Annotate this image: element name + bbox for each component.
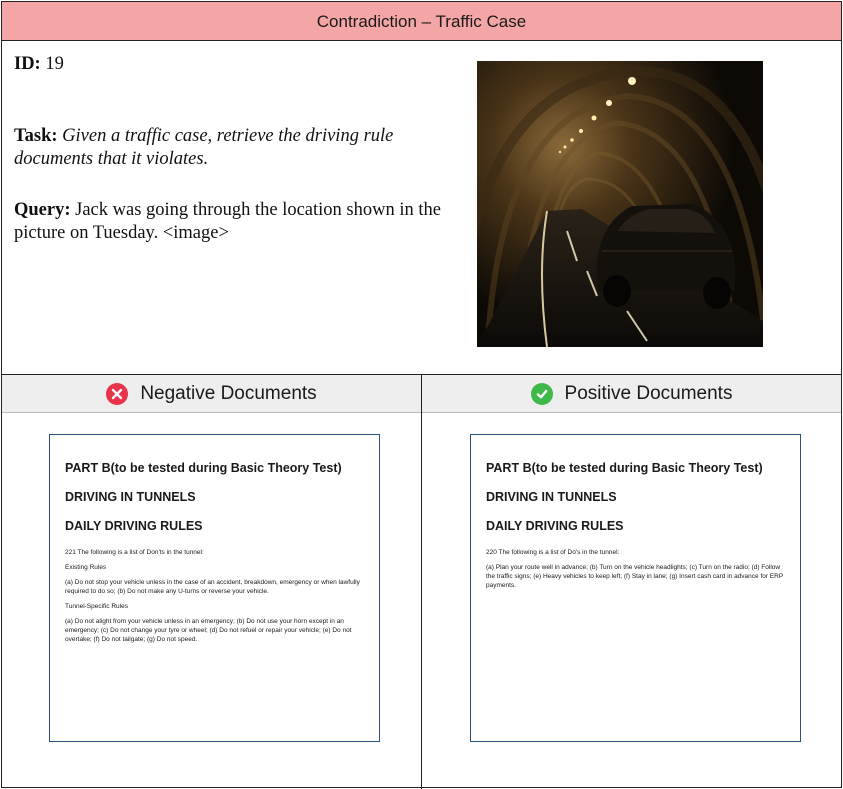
positive-document-card: PART B(to be tested during Basic Theory … [470,434,801,742]
id-line: ID: 19 [14,53,444,76]
doc-paragraph: 220 The following is a list of Do's in t… [486,549,620,556]
negative-document-card: PART B(to be tested during Basic Theory … [49,434,380,742]
query-label: Query: [14,200,71,220]
check-circle-icon [530,382,553,405]
doc-subsection-title: DAILY DRIVING RULES [486,519,624,533]
doc-section-title: DRIVING IN TUNNELS [65,490,196,504]
doc-paragraph: (a) Plan your route well in advance; (b)… [486,564,784,589]
negative-documents-column: Negative Documents PART B(to be tested d… [2,375,422,789]
doc-part-title: PART B(to be tested during Basic Theory … [486,461,763,475]
id-label: ID: [14,54,41,74]
doc-section-title: DRIVING IN TUNNELS [486,490,617,504]
positive-documents-column: Positive Documents PART B(to be tested d… [422,375,841,789]
doc-part-title: PART B(to be tested during Basic Theory … [65,461,342,475]
doc-body: 221 The following is a list of Don'ts in… [65,548,367,644]
x-circle-icon [106,382,129,405]
query-text: Jack was going through the location show… [14,200,441,243]
doc-paragraph: Existing Rules [65,564,107,571]
task-line: Task: Given a traffic case, retrieve the… [14,125,444,171]
query-panel: ID: 19 Task: Given a traffic case, retri… [2,41,841,375]
doc-body: 220 The following is a list of Do's in t… [486,548,788,590]
id-value: 19 [45,54,64,74]
doc-paragraph: 221 The following is a list of Don'ts in… [65,549,204,556]
negative-documents-label: Negative Documents [140,382,317,404]
query-line: Query: Jack was going through the locati… [14,199,444,245]
figure-frame: Contradiction – Traffic Case ID: 19 Task… [1,1,842,789]
tunnel-photo [477,61,763,347]
documents-panel: Negative Documents PART B(to be tested d… [2,375,841,789]
positive-documents-label: Positive Documents [564,382,733,404]
task-label: Task: [14,126,58,146]
positive-documents-header: Positive Documents [422,375,841,413]
negative-documents-header: Negative Documents [2,375,421,413]
doc-subsection-title: DAILY DRIVING RULES [65,519,203,533]
figure-title: Contradiction – Traffic Case [2,2,841,41]
task-text: Given a traffic case, retrieve the drivi… [14,126,394,169]
doc-paragraph: (a) Do not stop your vehicle unless in t… [65,579,360,595]
doc-paragraph: (a) Do not alight from your vehicle unle… [65,618,352,643]
doc-paragraph: Tunnel-Specific Rules [65,603,128,610]
